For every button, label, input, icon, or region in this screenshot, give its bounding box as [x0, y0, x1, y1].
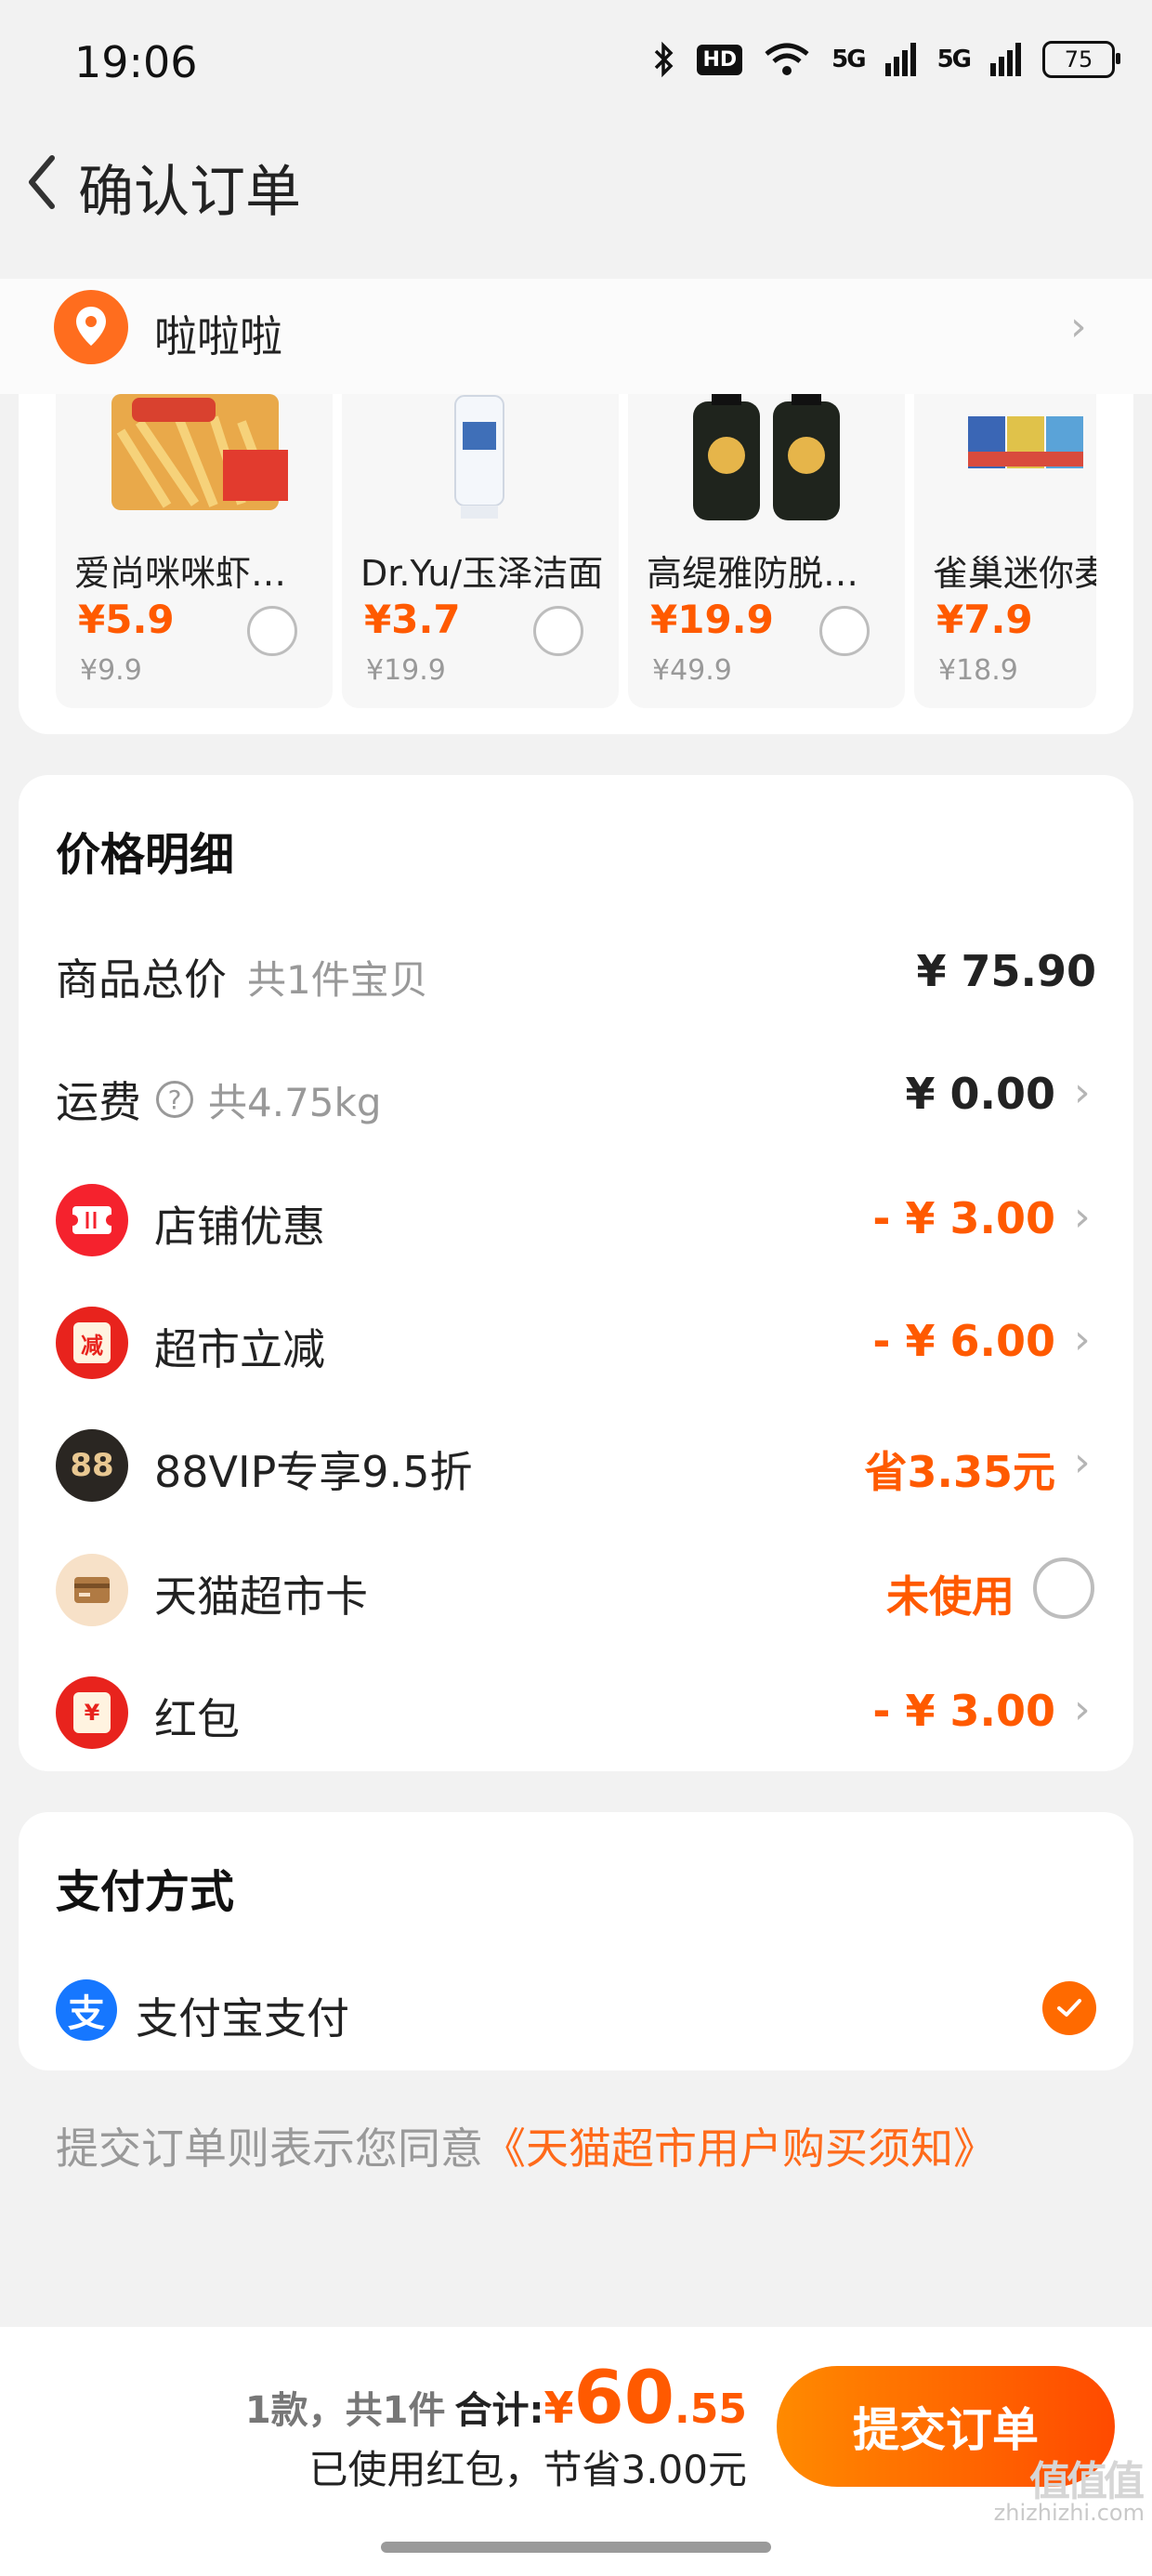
total-integer: 60 [573, 2357, 675, 2440]
product-price: ¥5.9 [78, 597, 175, 642]
product-name: 爱尚咪咪虾味条 [74, 553, 320, 594]
price-detail-title: 价格明细 [56, 829, 235, 881]
watermark-logo: 值值值 [1029, 2458, 1145, 2505]
payment-title: 支付方式 [56, 1866, 235, 1918]
wifi-icon [765, 43, 809, 75]
vip-icon-text: 88 [70, 1447, 114, 1484]
red-packet-chevron-icon[interactable]: › [1074, 1686, 1091, 1733]
red-packet-label: 红包 [154, 1694, 240, 1744]
help-icon[interactable]: ? [156, 1081, 193, 1118]
product-image-shrimp-snack [111, 394, 288, 510]
product-card[interactable]: 高缇雅防脱发洗发水 ¥19.9 ¥49.9 [628, 394, 905, 708]
red-packet-icon: ¥ [56, 1676, 128, 1749]
market-discount-label: 超市立减 [154, 1324, 325, 1374]
bluetooth-icon [655, 41, 674, 78]
agreement-prefix: 提交订单则表示您同意 [56, 2123, 483, 2174]
shop-discount-value[interactable]: - ¥ 3.00 [872, 1193, 1055, 1243]
signal-icon-1 [884, 43, 916, 76]
reduce-icon-text: 减 [73, 1322, 111, 1363]
product-card[interactable]: 雀巢迷你麦片 ¥7.9 ¥18.9 [914, 394, 1096, 708]
checkmark-icon[interactable] [1042, 1981, 1096, 2035]
product-price: ¥19.9 [650, 597, 774, 642]
total-decimal: .55 [674, 2385, 747, 2433]
product-price: ¥3.7 [364, 597, 461, 642]
reduce-icon: 减 [56, 1307, 128, 1379]
hd-icon: HD [697, 44, 743, 75]
goods-total-value: ¥ 75.90 [916, 946, 1096, 996]
vip-88-icon: 88 [56, 1429, 128, 1502]
signal-icon-2 [990, 43, 1021, 76]
card-icon [56, 1554, 128, 1626]
market-discount-chevron-icon[interactable]: › [1074, 1316, 1091, 1363]
shop-discount-chevron-icon[interactable]: › [1074, 1193, 1091, 1241]
signal-5g-label-2: 5G [936, 46, 972, 73]
product-select-radio[interactable] [533, 606, 583, 656]
product-card[interactable]: 爱尚咪咪虾味条 ¥5.9 ¥9.9 [56, 394, 333, 708]
red-packet-icon-text: ¥ [73, 1692, 111, 1733]
vip-discount-value[interactable]: 省3.35元 [865, 1439, 1056, 1500]
address-chevron-icon[interactable]: › [1070, 303, 1087, 350]
total-label: 合计: [454, 2389, 544, 2432]
item-count: 1款，共1件 [244, 2389, 446, 2432]
vip-discount-label: 88VIP专享9.5折 [154, 1447, 473, 1497]
shipping-label: 运费 [56, 1077, 141, 1127]
tmall-card-status: 未使用 [886, 1571, 1015, 1622]
goods-count: 共1件宝贝 [247, 956, 428, 1003]
product-original-price: ¥19.9 [366, 654, 446, 687]
product-image-cleanser [454, 395, 504, 519]
product-card[interactable]: Dr.Yu/玉泽洁面 ¥3.7 ¥19.9 [342, 394, 619, 708]
tmall-card-label: 天猫超市卡 [154, 1571, 368, 1622]
product-name: 雀巢迷你麦片 [933, 553, 1096, 594]
watermark-site: zhizhizhi.com [993, 2500, 1145, 2526]
product-name: Dr.Yu/玉泽洁面 [360, 553, 604, 594]
location-icon [54, 290, 128, 364]
tmall-card-radio[interactable] [1033, 1557, 1094, 1619]
coupon-icon [56, 1184, 128, 1256]
market-discount-value[interactable]: - ¥ 6.00 [872, 1316, 1055, 1366]
shop-discount-label: 店铺优惠 [154, 1202, 325, 1252]
vip-discount-chevron-icon[interactable]: › [1074, 1439, 1091, 1486]
total-currency: ¥ [543, 2383, 574, 2433]
status-icons: HD 5G 5G 75 [652, 41, 1120, 78]
red-packet-value[interactable]: - ¥ 3.00 [872, 1686, 1055, 1736]
product-original-price: ¥9.9 [80, 654, 142, 687]
address-name: 啦啦啦 [154, 311, 282, 361]
agreement-text: 提交订单则表示您同意《天猫超市用户购买须知》 [56, 2115, 996, 2176]
product-price: ¥7.9 [936, 597, 1033, 642]
shipping-value: ¥ 0.00 [905, 1069, 1055, 1119]
product-image-shampoo [693, 394, 840, 520]
alipay-label[interactable]: 支付宝支付 [136, 1985, 349, 2046]
goods-total-label: 商品总价 [56, 954, 227, 1005]
product-name: 高缇雅防脱发洗发水 [647, 553, 892, 594]
product-select-radio[interactable] [247, 606, 297, 656]
order-summary: 1款，共1件 合计: ¥ 60 .55 [245, 2357, 747, 2440]
page-title: 确认订单 [78, 160, 301, 225]
product-original-price: ¥18.9 [938, 654, 1018, 687]
battery-icon: 75 [1042, 41, 1120, 78]
signal-5g-label-1: 5G [831, 46, 866, 73]
agreement-link[interactable]: 《天猫超市用户购买须知》 [483, 2123, 996, 2174]
status-time: 19:06 [74, 37, 198, 87]
shipping-chevron-icon[interactable]: › [1074, 1069, 1091, 1116]
product-image-cereal [968, 416, 1083, 468]
home-indicator[interactable] [381, 2542, 771, 2553]
back-icon[interactable] [17, 145, 72, 219]
alipay-icon: 支 [56, 1979, 117, 2041]
shipping-row: 运费 ? 共4.75kg [56, 1069, 382, 1130]
saved-note: 已使用红包，节省3.00元 [308, 2447, 747, 2492]
shipping-weight: 共4.75kg [208, 1079, 382, 1125]
product-original-price: ¥49.9 [652, 654, 732, 687]
product-select-radio[interactable] [819, 606, 870, 656]
goods-total-row: 商品总价 共1件宝贝 [56, 946, 428, 1007]
